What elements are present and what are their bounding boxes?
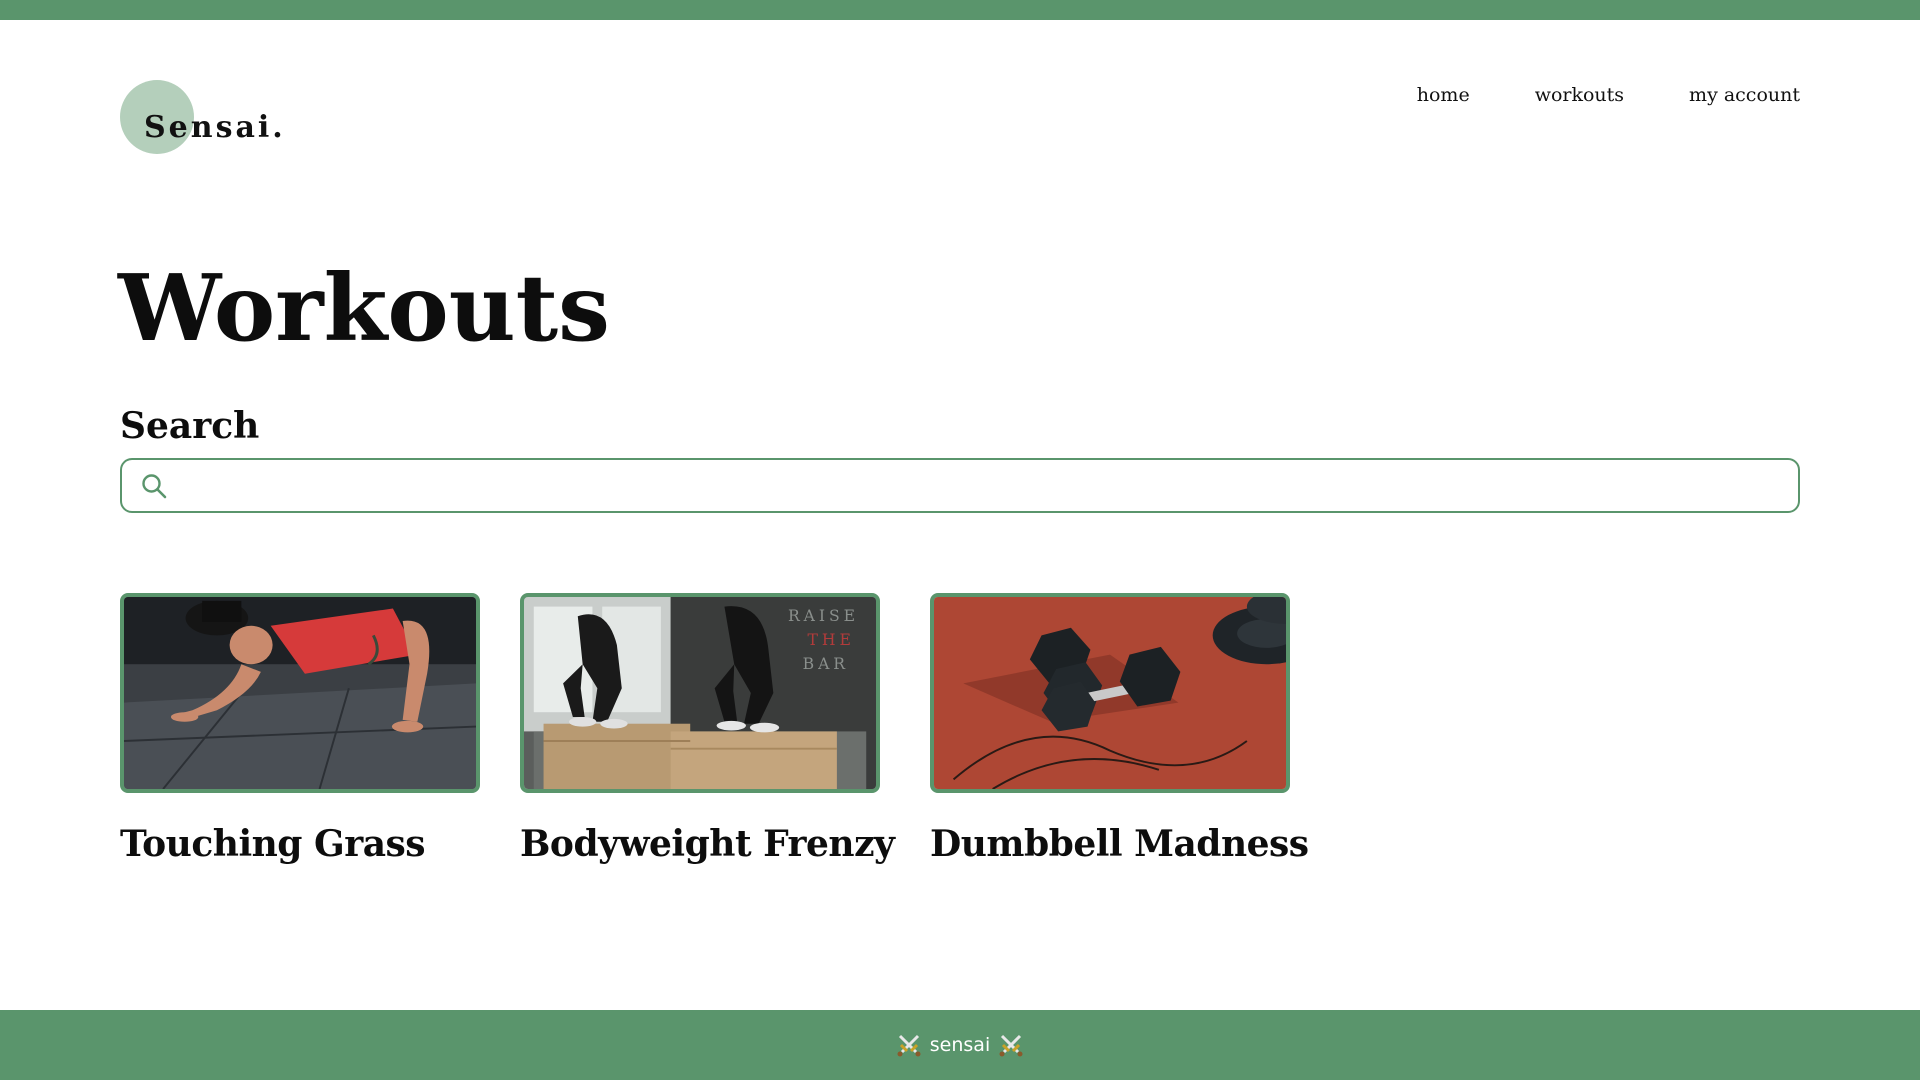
nav-link-workouts[interactable]: workouts <box>1535 84 1624 106</box>
logo-text: Sensai. <box>144 110 286 145</box>
crossed-swords-icon <box>998 1032 1024 1058</box>
workout-title[interactable]: Bodyweight Frenzy <box>520 823 900 865</box>
workout-title[interactable]: Touching Grass <box>120 823 500 865</box>
svg-text:BAR: BAR <box>803 655 849 673</box>
footer-text: sensai <box>929 1034 991 1056</box>
search-box[interactable] <box>120 458 1800 513</box>
crossed-swords-icon <box>896 1032 922 1058</box>
search-icon <box>140 472 168 500</box>
top-accent-bar <box>0 0 1920 20</box>
workout-image-pushup[interactable] <box>120 593 480 793</box>
search-input[interactable] <box>182 466 1782 506</box>
main-nav: home workouts my account <box>1417 84 1800 106</box>
workout-card-touching-grass[interactable]: Touching Grass <box>120 593 500 865</box>
site-footer: sensai <box>0 1010 1920 1080</box>
search-label: Search <box>120 405 260 447</box>
logo[interactable]: Sensai. <box>120 80 320 160</box>
workout-card-bodyweight-frenzy[interactable]: RAISE THE BAR Bodyweight Frenzy <box>520 593 900 865</box>
svg-text:RAISE: RAISE <box>788 607 859 625</box>
page-title: Workouts <box>118 254 610 362</box>
svg-text:THE: THE <box>808 631 855 649</box>
nav-link-my-account[interactable]: my account <box>1689 84 1800 106</box>
nav-link-home[interactable]: home <box>1417 84 1470 106</box>
workout-title[interactable]: Dumbbell Madness <box>930 823 1310 865</box>
workout-image-box-jumps[interactable]: RAISE THE BAR <box>520 593 880 793</box>
workout-card-dumbbell-madness[interactable]: Dumbbell Madness <box>930 593 1310 865</box>
workout-image-dumbbells[interactable] <box>930 593 1290 793</box>
